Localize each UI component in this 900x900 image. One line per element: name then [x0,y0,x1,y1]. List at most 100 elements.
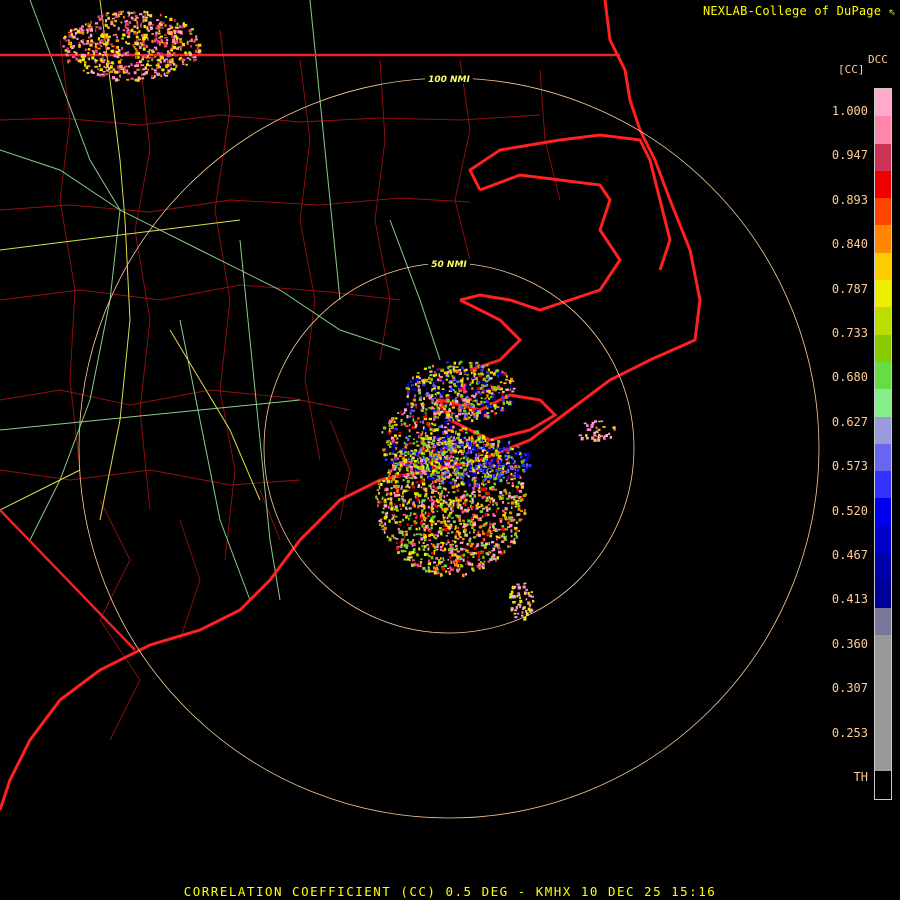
echo-pixel [381,521,383,524]
echo-pixel [510,466,513,470]
echo-pixel [94,65,98,68]
echo-pixel [394,427,398,430]
color-scale-segment [875,716,891,745]
echo-pixel [449,474,452,477]
echo-pixel [396,442,398,445]
echo-pixel [481,508,486,510]
echo-pixel [141,33,144,37]
echo-pixel [76,29,80,33]
echo-pixel [389,502,393,505]
echo-pixel [440,521,444,524]
echo-pixel [490,532,493,535]
echo-pixel [156,72,160,76]
echo-pixel [493,457,496,462]
echo-pixel [170,67,172,70]
echo-pixel [450,436,453,438]
echo-pixel [598,433,601,437]
echo-pixel [141,77,145,80]
echo-pixel [130,16,134,19]
echo-pixel [483,522,487,526]
echo-pixel [501,501,505,504]
echo-pixel [167,60,169,63]
echo-pixel [422,470,426,475]
credit-text: NEXLAB-College of DuPage ⇖ [702,4,896,18]
echo-pixel [158,37,161,39]
echo-pixel [455,432,457,435]
echo-pixel [438,543,441,545]
echo-pixel [479,468,482,470]
echo-pixel [507,502,510,505]
echo-pixel [508,380,512,383]
echo-pixel [419,448,422,452]
echo-pixel [469,383,472,386]
echo-pixel [417,499,420,502]
echo-pixel [451,414,453,417]
echo-pixel [410,402,414,405]
echo-pixel [473,529,476,531]
echo-pixel [470,435,474,438]
echo-pixel [411,384,414,387]
echo-pixel [173,36,176,39]
echo-pixel [416,553,419,557]
echo-pixel [440,532,443,536]
echo-pixel [415,481,419,484]
echo-pixel [398,452,401,455]
echo-pixel [462,519,465,522]
echo-pixel [436,534,440,537]
echo-pixel [445,501,448,504]
echo-pixel [169,58,173,62]
echo-pixel [389,446,392,448]
echo-pixel [400,487,403,490]
color-scale-segment [875,416,891,444]
echo-pixel [449,451,453,454]
echo-pixel [595,430,599,433]
echo-pixel [408,429,411,433]
echo-pixel [494,451,498,454]
echo-pixel [450,560,453,564]
echo-pixel [75,33,77,36]
echo-pixel [422,416,427,418]
echo-pixel [467,427,470,430]
echo-pixel [117,53,121,57]
echo-pixel [514,505,518,508]
echo-pixel [428,417,432,421]
echo-pixel [382,517,385,520]
echo-pixel [381,511,385,514]
echo-pixel [476,379,479,382]
echo-pixel [453,382,456,386]
echo-pixel [466,560,470,563]
echo-pixel [440,574,443,577]
echo-pixel [139,45,142,49]
color-scale-segment [875,89,891,117]
echo-pixel [157,40,161,44]
echo-pixel [491,439,494,441]
echo-pixel [124,20,127,23]
echo-pixel [470,371,473,375]
echo-pixel [390,487,393,490]
echo-pixel [379,483,383,486]
echo-pixel [105,13,109,17]
legend-tick: 0.627 [831,414,868,429]
echo-pixel [439,437,442,441]
echo-pixel [406,395,409,398]
echo-pixel [446,516,449,520]
echo-pixel [426,553,429,556]
echo-pixel [478,441,482,444]
echo-pixel [425,458,429,461]
echo-pixel [482,483,485,487]
echo-pixel [449,546,453,549]
echo-pixel [388,474,390,477]
echo-pixel [597,428,601,431]
echo-pixel [465,459,469,461]
echo-pixel [497,440,501,444]
echo-pixel [434,486,438,491]
echo-pixel [500,441,504,444]
echo-pixel [419,494,422,497]
echo-pixel [487,480,491,484]
echo-pixel [399,504,401,507]
echo-pixel [524,591,527,595]
echo-pixel [460,389,462,392]
echo-pixel [409,410,413,414]
echo-pixel [497,547,501,550]
echo-pixel [121,37,124,40]
